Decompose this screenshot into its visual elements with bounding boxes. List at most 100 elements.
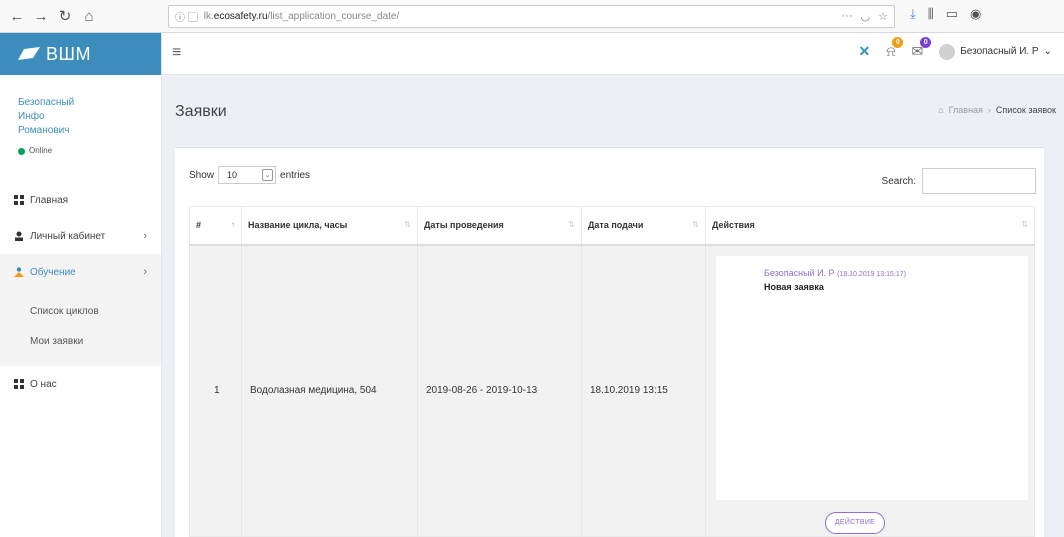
logo-text: ВШМ: [46, 43, 91, 64]
grid-icon: [14, 195, 24, 205]
action-card: Безопасный И. Р (18.10.2019 13:15:17) Но…: [716, 255, 1028, 500]
online-status: Online: [18, 144, 161, 158]
entries-value: 10: [227, 170, 238, 180]
main-content: Заявки ⌂ Главная › Список заявок Show 10…: [162, 75, 1064, 537]
show-label: Show: [189, 169, 215, 181]
table-header-row: # ↑ Название цикла, часы ⇅ Даты проведения…: [189, 206, 1035, 246]
chevron-right-icon: ›: [143, 230, 147, 242]
browser-toolbar: ← → ↻ ⌂ ⓘ ▢ lk. ecosafety.ru/list_applica…: [0, 0, 1064, 33]
entries-select[interactable]: 10 ⌄: [218, 166, 277, 184]
action-author-name: Безопасный И. Р: [764, 267, 835, 278]
expand-icon[interactable]: ✕: [858, 43, 870, 60]
action-button[interactable]: ДЕЙСТВИЕ: [825, 511, 885, 534]
cell-dates: 2019-08-26 - 2019-10-13: [417, 244, 582, 537]
url-host: ecosafety.ru: [213, 11, 268, 22]
browser-tools: ⤓ ⫼ ▭ ◉: [910, 6, 981, 22]
entries-label: entries: [280, 169, 311, 181]
online-dot-icon: [18, 147, 25, 155]
sort-icon: ⇅: [404, 220, 411, 230]
cell-name: Водолазная медицина, 504: [241, 244, 418, 537]
user-icon: [15, 231, 23, 241]
entries-control: Show 10 ⌄ entries: [189, 166, 310, 184]
messages-envelope-icon[interactable]: ✉ 0: [911, 37, 932, 60]
column-header-num[interactable]: # ↑: [189, 206, 242, 246]
breadcrumb-home[interactable]: Главная: [949, 105, 983, 115]
applications-box: Show 10 ⌄ entries Search: # ↑ Название ци…: [175, 147, 1044, 537]
sidebar-item-label: Главная: [30, 194, 69, 206]
cell-submitted: 18.10.2019 13:15: [581, 244, 706, 537]
action-status-text: Новая заявка: [764, 281, 824, 292]
browser-nav: ← → ↻ ⌂: [0, 5, 160, 27]
table-search: Search:: [882, 168, 1036, 194]
education-submenu: Список циклов Мои заявки: [0, 290, 161, 366]
user-last-name[interactable]: Романович: [18, 124, 161, 138]
sort-icon: ⇅: [1021, 220, 1028, 230]
cell-num: 1: [189, 244, 242, 537]
status-label: Online: [29, 146, 53, 155]
sidebar-item-cabinet[interactable]: Личный кабинет ›: [0, 218, 161, 254]
sidebar-item-label: О нас: [30, 378, 57, 390]
account-icon[interactable]: ◉: [970, 6, 981, 22]
avatar: [939, 43, 956, 60]
top-navbar: ≡ ✕ ⍾ 0 ✉ 0 Безопасный И. Р ⌄: [162, 33, 1064, 75]
breadcrumb-separator: ›: [987, 105, 991, 115]
menu-toggle-icon[interactable]: ≡: [172, 44, 181, 62]
user-middle-name[interactable]: Инфо: [18, 110, 161, 124]
cell-actions: Безопасный И. Р (18.10.2019 13:15:17) Но…: [705, 244, 1035, 537]
user-panel: Безопасный Инфо Романович Online: [0, 75, 161, 158]
breadcrumb-current: Список заявок: [995, 105, 1056, 115]
sidebar-item-label: Обучение: [30, 266, 76, 278]
logo-icon: [18, 47, 40, 60]
submenu-item-my-applications[interactable]: Мои заявки: [0, 326, 161, 356]
grid-icon: [14, 379, 24, 389]
sidebar-item-home[interactable]: Главная: [0, 182, 161, 218]
brand-logo[interactable]: ВШМ: [0, 33, 161, 75]
sidebar: ВШМ Безопасный Инфо Романович Online Гла…: [0, 33, 162, 537]
column-header-name[interactable]: Название цикла, часы ⇅: [241, 206, 418, 246]
home-icon: ⌂: [938, 105, 944, 115]
notifications-badge: 0: [892, 37, 904, 48]
url-prefix: lk.: [203, 11, 214, 22]
submenu-item-cycles[interactable]: Список циклов: [0, 296, 161, 326]
top-icons: ✕ ⍾ 0 ✉ 0 Безопасный И. Р ⌄: [858, 37, 1052, 60]
sidebar-item-about[interactable]: О нас: [0, 366, 161, 402]
applications-table: # ↑ Название цикла, часы ⇅ Даты проведения…: [189, 206, 1035, 537]
column-header-dates[interactable]: Даты проведения ⇅: [417, 206, 582, 246]
reload-icon[interactable]: ↻: [54, 5, 76, 27]
chevron-down-icon: ⌄: [1043, 46, 1052, 57]
sidebar-icon[interactable]: ▭: [946, 6, 958, 22]
messages-badge: 0: [920, 37, 932, 48]
bookmark-star-icon[interactable]: ☆: [878, 10, 888, 23]
info-icon[interactable]: ⓘ ▢: [175, 9, 198, 24]
sidebar-menu: Главная Личный кабинет › Обучение › Спис…: [0, 182, 161, 402]
column-header-submitted[interactable]: Дата подачи ⇅: [581, 206, 706, 246]
sidebar-item-label: Личный кабинет: [30, 230, 106, 242]
sort-icon: ⇅: [692, 220, 699, 230]
column-header-actions[interactable]: Действия ⇅: [705, 206, 1035, 246]
user-first-name[interactable]: Безопасный: [18, 96, 161, 110]
back-icon[interactable]: ←: [6, 5, 28, 27]
search-label: Search:: [881, 175, 916, 187]
library-icon[interactable]: ⫼: [928, 6, 934, 22]
page-title: Заявки: [175, 103, 227, 120]
page-actions-icon[interactable]: ···: [842, 10, 853, 23]
user-menu-name: Безопасный И. Р: [960, 46, 1039, 57]
notifications-bell-icon[interactable]: ⍾ 0: [886, 37, 904, 60]
chevron-down-icon: ⌄: [262, 169, 274, 181]
education-icon: [14, 267, 24, 277]
user-menu[interactable]: Безопасный И. Р ⌄: [939, 43, 1052, 60]
address-bar[interactable]: ⓘ ▢ lk. ecosafety.ru/list_application_cou…: [168, 5, 895, 28]
pocket-icon[interactable]: ◡: [861, 10, 871, 23]
table-row: 1 Водолазная медицина, 504 2019-08-26 - …: [189, 244, 1035, 537]
sort-icon: ⇅: [568, 220, 575, 230]
download-icon[interactable]: ⤓: [910, 6, 916, 22]
search-input[interactable]: [922, 168, 1036, 194]
breadcrumb: ⌂ Главная › Список заявок: [938, 105, 1056, 115]
home-icon[interactable]: ⌂: [78, 5, 100, 27]
url-path: /list_application_course_date/: [267, 11, 400, 22]
forward-icon[interactable]: →: [30, 5, 52, 27]
sidebar-item-education[interactable]: Обучение ›: [0, 254, 161, 290]
action-author: Безопасный И. Р (18.10.2019 13:15:17): [764, 268, 1028, 278]
action-timestamp: (18.10.2019 13:15:17): [837, 270, 906, 278]
sort-asc-icon: ↑: [231, 220, 235, 230]
